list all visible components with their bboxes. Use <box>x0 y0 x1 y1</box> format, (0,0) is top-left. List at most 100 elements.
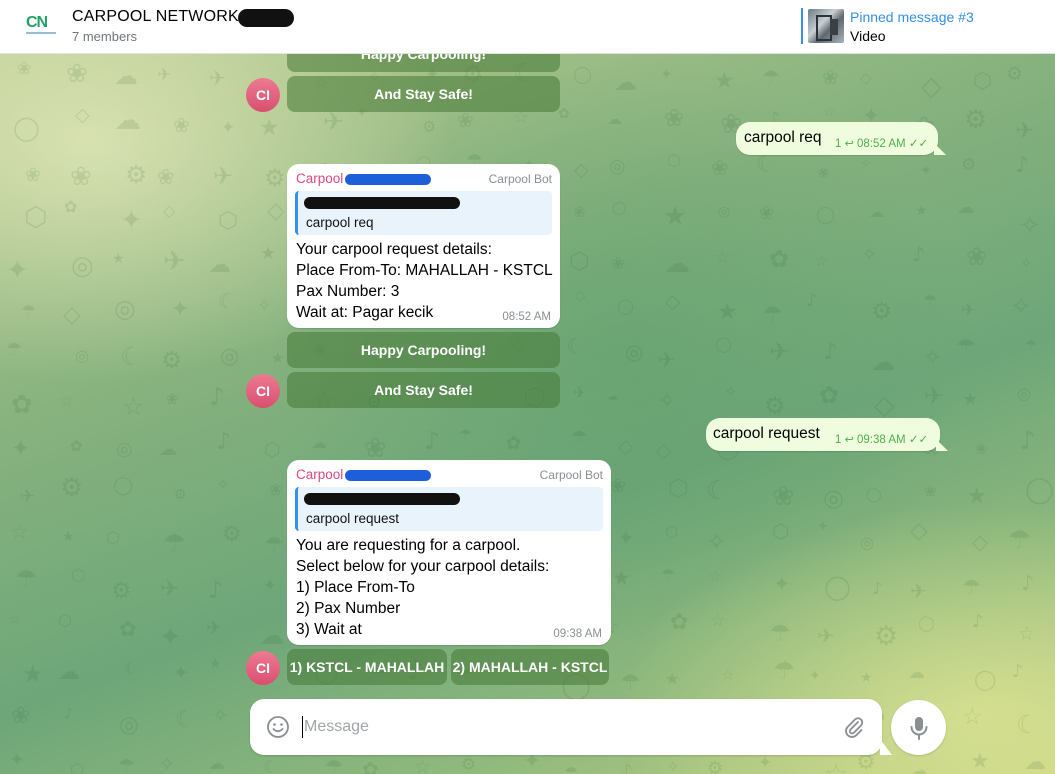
wallpaper-doodle: ❀ <box>573 203 586 221</box>
wallpaper-doodle: ♪ <box>621 761 632 774</box>
pinned-thumbnail[interactable] <box>808 9 844 43</box>
sender-role: Carpool Bot <box>488 172 552 186</box>
wallpaper-doodle: ⚙ <box>174 487 187 503</box>
wallpaper-doodle: ☆ <box>60 392 74 410</box>
wallpaper-doodle: ✈ <box>658 348 676 372</box>
wallpaper-doodle: ☆ <box>824 759 848 774</box>
chat-title[interactable]: CARPOOL NETWORK <box>72 8 239 26</box>
wallpaper-doodle: ★ <box>663 201 688 232</box>
reply-quote[interactable]: carpool request <box>295 487 603 531</box>
smile-icon[interactable] <box>265 714 291 740</box>
bot-message[interactable]: Carpool Carpool Bot carpool req Your car… <box>287 164 560 328</box>
wallpaper-doodle: ☁ <box>614 70 637 96</box>
wallpaper-doodle: ★ <box>259 115 280 141</box>
message-input[interactable] <box>302 716 822 738</box>
wallpaper-doodle: ◯ <box>617 297 634 315</box>
wallpaper-doodle: ❀ <box>975 440 988 458</box>
message-text: carpool req <box>744 129 822 146</box>
wallpaper-doodle: ◇ <box>874 390 895 421</box>
sender-name[interactable]: Carpool <box>296 171 343 186</box>
wallpaper-doodle: ☂ <box>264 533 284 558</box>
avatar[interactable]: CI <box>246 374 280 408</box>
logo-text: CN <box>26 14 48 31</box>
bot-message[interactable]: Carpool Carpool Bot carpool request You … <box>287 460 611 645</box>
wallpaper-doodle: ✦ <box>221 118 236 138</box>
wallpaper-doodle: ❀ <box>25 164 41 186</box>
wallpaper-doodle: ★ <box>967 484 987 509</box>
wallpaper-doodle: ♪ <box>424 426 440 455</box>
paperclip-icon[interactable] <box>841 714 867 740</box>
wallpaper-doodle: ✦ <box>11 436 31 462</box>
wallpaper-doodle: ◎ <box>116 438 133 460</box>
group-logo[interactable]: CN <box>26 14 56 38</box>
wallpaper-doodle: ☂ <box>564 763 579 774</box>
outgoing-message[interactable]: carpool req 1 ↩ 08:52 AM ✓✓ <box>736 122 938 155</box>
wallpaper-doodle: ✧ <box>724 382 738 401</box>
redaction-mark <box>345 174 431 185</box>
wallpaper-doodle: ✧ <box>1020 254 1033 272</box>
wallpaper-doodle: ⬡ <box>569 247 590 275</box>
inline-button-kstcl-mahallah[interactable]: 1) KSTCL - MAHALLAH <box>287 649 447 685</box>
wallpaper-doodle: ♪ <box>64 706 73 722</box>
wallpaper-doodle: ☁ <box>871 348 895 376</box>
inline-button[interactable]: Happy Carpooling! <box>287 332 560 368</box>
inline-button-mahallah-kstcl[interactable]: 2) MAHALLAH - KSTCL <box>451 649 609 685</box>
outgoing-message[interactable]: carpool request 1 ↩ 09:38 AM ✓✓ <box>706 418 940 451</box>
wallpaper-doodle: ⬡ <box>106 528 120 547</box>
reply-quote[interactable]: carpool req <box>295 191 552 235</box>
wallpaper-doodle: ♪ <box>806 290 818 311</box>
wallpaper-doodle: ☁ <box>208 252 231 278</box>
wallpaper-doodle: ★ <box>260 243 277 264</box>
pinned-text[interactable]: Video <box>850 28 886 44</box>
wallpaper-doodle: ✧ <box>257 296 272 316</box>
wallpaper-doodle: ✧ <box>658 389 677 414</box>
avatar[interactable]: CI <box>246 651 280 685</box>
quote-text: carpool request <box>306 511 400 526</box>
double-check-icon: ✓✓ <box>908 138 929 150</box>
wallpaper-doodle: ✿ <box>119 617 137 641</box>
wallpaper-doodle: ⚙ <box>161 346 183 374</box>
wallpaper-doodle: ✿ <box>11 390 33 420</box>
wallpaper-doodle: ☾ <box>175 707 196 733</box>
wallpaper-doodle: ◯ <box>816 205 836 225</box>
wallpaper-doodle: ❀ <box>610 475 626 497</box>
wallpaper-doodle: ✿ <box>670 610 689 635</box>
microphone-button[interactable] <box>891 700 946 755</box>
wallpaper-doodle: ✈ <box>157 65 172 85</box>
message-time: 09:38 AM <box>553 628 602 640</box>
wallpaper-doodle: ✧ <box>216 475 230 494</box>
wallpaper-doodle: ★ <box>209 656 222 672</box>
wallpaper-doodle: ☆ <box>815 254 828 270</box>
wallpaper-doodle: ☾ <box>263 757 280 774</box>
wallpaper-doodle: ☁ <box>159 439 177 460</box>
wallpaper-doodle: ★ <box>271 349 285 367</box>
wallpaper-doodle: ☂ <box>769 619 791 647</box>
wallpaper-doodle: ⬡ <box>612 199 627 219</box>
wallpaper-doodle: ☂ <box>118 755 136 774</box>
wallpaper-doodle: ❀ <box>822 65 839 89</box>
wallpaper-doodle: ◎ <box>220 344 240 369</box>
wallpaper-doodle: ⚙ <box>1006 63 1024 85</box>
wallpaper-doodle: ☁ <box>906 756 931 774</box>
wallpaper-doodle: ☂ <box>15 564 38 593</box>
wallpaper-doodle: ☂ <box>620 670 641 696</box>
wallpaper-doodle: ⚙ <box>264 164 286 192</box>
wallpaper-doodle: ✦ <box>159 622 182 653</box>
sender-name[interactable]: Carpool <box>296 467 343 482</box>
pinned-label[interactable]: Pinned message #3 <box>850 9 974 25</box>
wallpaper-doodle: ◇ <box>972 530 989 554</box>
wallpaper-doodle: ☆ <box>823 105 836 121</box>
wallpaper-doodle: ★ <box>62 529 75 545</box>
wallpaper-doodle: ❀ <box>70 162 92 192</box>
wallpaper-doodle: ◎ <box>860 533 874 552</box>
inline-button[interactable]: And Stay Safe! <box>287 76 560 112</box>
wallpaper-doodle: ☁ <box>114 62 138 90</box>
wallpaper-doodle: ✧ <box>212 703 229 727</box>
message-time: 08:52 AM <box>502 311 551 323</box>
wallpaper-doodle: ☆ <box>414 756 432 774</box>
wallpaper-doodle: ✿ <box>362 757 379 774</box>
inline-button[interactable]: And Stay Safe! <box>287 372 560 408</box>
wallpaper-doodle: ☁ <box>908 663 925 683</box>
wallpaper-doodle: ☂ <box>762 65 780 89</box>
avatar[interactable]: CI <box>246 78 280 112</box>
